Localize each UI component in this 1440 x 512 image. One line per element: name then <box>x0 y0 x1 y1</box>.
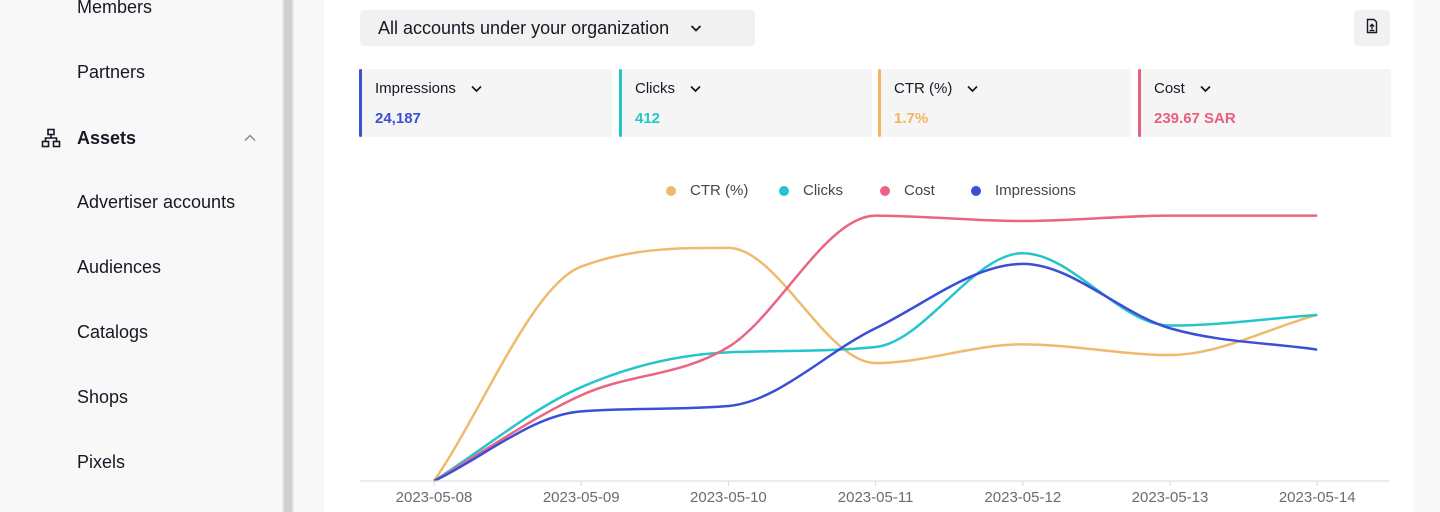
series-line-impressions <box>433 262 1318 483</box>
series-line-ctr <box>432 246 1318 482</box>
x-tick-label: 2023-05-08 <box>395 489 473 506</box>
series-line-clicks <box>433 251 1318 483</box>
x-tick-label: 2023-05-12 <box>984 489 1062 506</box>
x-tick-label: 2023-05-09 <box>542 489 620 506</box>
x-tick-label: 2023-05-14 <box>1278 489 1356 506</box>
x-tick-label: 2023-05-10 <box>690 489 767 506</box>
line-chart <box>360 214 1389 486</box>
x-tick-label: 2023-05-13 <box>1131 489 1209 506</box>
series-line-cost <box>433 214 1318 483</box>
x-tick-label: 2023-05-11 <box>837 489 914 506</box>
